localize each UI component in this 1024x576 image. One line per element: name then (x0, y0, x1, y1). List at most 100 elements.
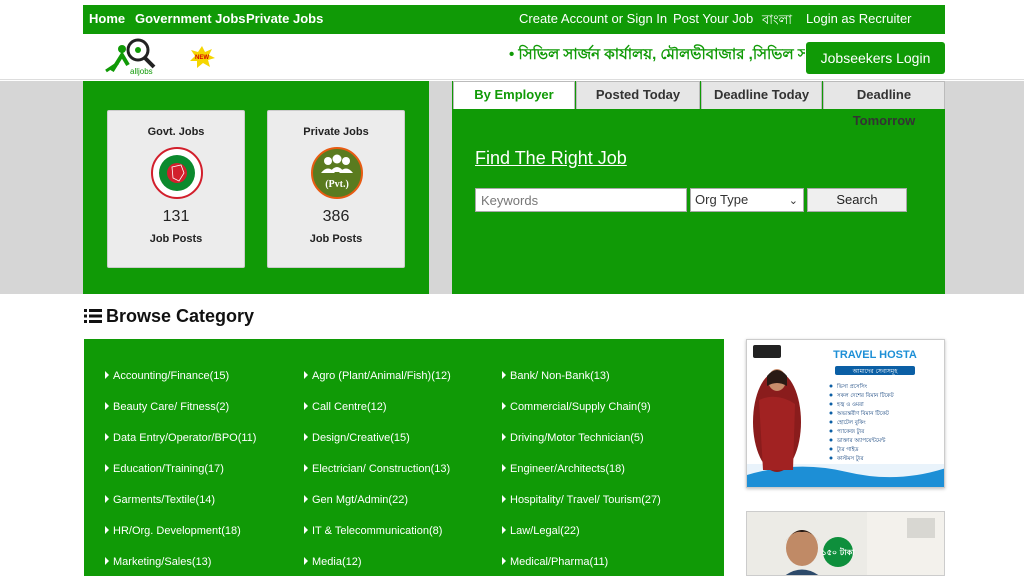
nav-recruiter-login-link[interactable]: Login as Recruiter (806, 11, 912, 26)
hero-section: Govt. Jobs 131 Job Posts Private Jobs (P… (0, 81, 1024, 294)
svg-text:প্যাকেজ ট্যুর: প্যাকেজ ট্যুর (837, 427, 865, 435)
govt-jobs-card[interactable]: Govt. Jobs 131 Job Posts (107, 110, 245, 268)
category-label: Bank/ Non-Bank(13) (510, 370, 610, 382)
tab-posted-today[interactable]: Posted Today (576, 81, 700, 109)
nav-home-link[interactable]: Home (89, 11, 125, 26)
category-link[interactable]: Beauty Care/ Fitness(2) (105, 401, 229, 413)
caret-right-icon (105, 371, 109, 379)
caret-right-icon (105, 526, 109, 534)
caret-right-icon (304, 371, 308, 379)
tab-by-employer[interactable]: By Employer (453, 81, 575, 109)
caret-right-icon (502, 557, 506, 565)
chevron-down-icon: ⌄ (788, 195, 798, 207)
private-jobs-people-icon: (Pvt.) (311, 147, 363, 199)
svg-text:TRAVEL HOSTA: TRAVEL HOSTA (833, 349, 917, 361)
category-link[interactable]: Medical/Pharma(11) (502, 556, 608, 568)
category-link[interactable]: Data Entry/Operator/BPO(11) (105, 432, 256, 444)
category-link[interactable]: IT & Telecommunication(8) (304, 525, 442, 537)
private-jobs-card[interactable]: Private Jobs (Pvt.) 386 Job Posts (267, 110, 405, 268)
caret-right-icon (304, 464, 308, 472)
browse-category-title: Browse Category (106, 306, 255, 326)
category-link[interactable]: Hospitality/ Travel/ Tourism(27) (502, 494, 661, 506)
caret-right-icon (105, 402, 109, 410)
category-label: HR/Org. Development(18) (113, 525, 241, 537)
travel-agency-ad[interactable]: TRAVEL HOSTA আমাদের সেবাসমূহ ভিসা প্রসেস… (746, 339, 945, 488)
category-link[interactable]: Design/Creative(15) (304, 432, 410, 444)
category-link[interactable]: Marketing/Sales(13) (105, 556, 211, 568)
caret-right-icon (105, 495, 109, 503)
category-link[interactable]: Driving/Motor Technician(5) (502, 432, 644, 444)
category-list-panel: Accounting/Finance(15) Agro (Plant/Anima… (84, 339, 724, 576)
category-link[interactable]: HR/Org. Development(18) (105, 525, 241, 537)
site-logo[interactable]: alljobs (104, 37, 160, 77)
telecom-promo-ad[interactable]: ১৫০ টাকা (746, 511, 945, 576)
category-label: Media(12) (312, 556, 362, 568)
category-link[interactable]: Gen Mgt/Admin(22) (304, 494, 408, 506)
svg-text:alljobs: alljobs (130, 67, 153, 76)
category-link[interactable]: Law/Legal(22) (502, 525, 580, 537)
category-link[interactable]: Bank/ Non-Bank(13) (502, 370, 610, 382)
caret-right-icon (502, 464, 506, 472)
org-type-select[interactable]: Org Type ⌄ (690, 188, 804, 212)
category-label: Beauty Care/ Fitness(2) (113, 401, 230, 413)
browse-category-heading: Browse Category (84, 306, 254, 327)
caret-right-icon (105, 557, 109, 565)
svg-text:১৫০ টাকা: ১৫০ টাকা (822, 546, 856, 557)
site-header: alljobs NEW • সিভিল সার্জন কার্যালয়, মৌ… (0, 34, 1024, 80)
caret-right-icon (304, 495, 308, 503)
nav-bangla-link[interactable]: বাংলা (762, 11, 792, 32)
card-label: Job Posts (149, 233, 203, 245)
tab-deadline-today[interactable]: Deadline Today (701, 81, 822, 109)
category-link[interactable]: Commercial/Supply Chain(9) (502, 401, 651, 413)
svg-text:হজ্ব ও ওমরা: হজ্ব ও ওমরা (836, 402, 864, 408)
category-link[interactable]: Electrician/ Construction(13) (304, 463, 450, 475)
nav-create-account-link[interactable]: Create Account or Sign In (519, 11, 667, 26)
category-link[interactable]: Agro (Plant/Animal/Fish)(12) (304, 370, 451, 382)
list-icon (84, 307, 102, 323)
news-ticker[interactable]: • সিভিল সার্জন কার্যালয়, মৌলভীবাজার ,সি… (509, 43, 805, 67)
nav-private-jobs-link[interactable]: Private Jobs (246, 11, 323, 26)
search-button[interactable]: Search (807, 188, 907, 212)
bangladesh-govt-seal-icon (151, 147, 203, 199)
svg-text:কাস্টমস ট্যুর: কাস্টমস ট্যুর (836, 454, 864, 462)
caret-right-icon (105, 464, 109, 472)
org-type-selected-value: Org Type (695, 192, 749, 207)
category-label: Commercial/Supply Chain(9) (510, 401, 651, 413)
card-label: Job Posts (309, 233, 363, 245)
svg-text:ট্যুর গাইড: ট্যুর গাইড (836, 445, 859, 453)
govt-jobs-count: 131 (162, 208, 190, 225)
category-link[interactable]: Accounting/Finance(15) (105, 370, 229, 382)
category-link[interactable]: Media(12) (304, 556, 362, 568)
tab-deadline-tomorrow[interactable]: Deadline Tomorrow (823, 81, 945, 128)
category-link[interactable]: Call Centre(12) (304, 401, 387, 413)
caret-right-icon (502, 495, 506, 503)
category-link[interactable]: Education/Training(17) (105, 463, 224, 475)
category-link[interactable]: Garments/Textile(14) (105, 494, 215, 506)
find-job-title[interactable]: Find The Right Job (475, 148, 627, 169)
category-label: Marketing/Sales(13) (113, 556, 212, 568)
category-label: Driving/Motor Technician(5) (510, 432, 644, 444)
category-label: Hospitality/ Travel/ Tourism(27) (510, 494, 661, 506)
caret-right-icon (502, 371, 506, 379)
category-label: Electrician/ Construction(13) (312, 463, 451, 475)
svg-text:হোটেল বুকিং: হোটেল বুকিং (837, 418, 866, 426)
nav-government-jobs-link[interactable]: Government Jobs (135, 11, 246, 26)
svg-text:NEW: NEW (195, 55, 209, 61)
jobseekers-login-button[interactable]: Jobseekers Login (806, 42, 945, 74)
caret-right-icon (304, 433, 308, 441)
svg-text:ভিসা প্রসেসিং: ভিসা প্রসেসিং (836, 383, 868, 390)
category-link[interactable]: Engineer/Architects(18) (502, 463, 625, 475)
new-badge-icon: NEW (189, 46, 215, 68)
top-navbar-bar: Home Government Jobs Private Jobs Create… (83, 5, 945, 34)
job-summary-panel: Govt. Jobs 131 Job Posts Private Jobs (P… (83, 81, 429, 294)
card-title: Govt. Jobs (147, 126, 205, 138)
category-label: Accounting/Finance(15) (113, 370, 230, 382)
category-label: Gen Mgt/Admin(22) (312, 494, 408, 506)
caret-right-icon (304, 402, 308, 410)
keywords-input[interactable] (475, 188, 687, 212)
private-jobs-count: 386 (322, 208, 350, 225)
nav-post-job-link[interactable]: Post Your Job (673, 11, 753, 26)
category-label: Call Centre(12) (312, 401, 387, 413)
category-label: Agro (Plant/Animal/Fish)(12) (312, 370, 451, 382)
category-label: IT & Telecommunication(8) (312, 525, 443, 537)
